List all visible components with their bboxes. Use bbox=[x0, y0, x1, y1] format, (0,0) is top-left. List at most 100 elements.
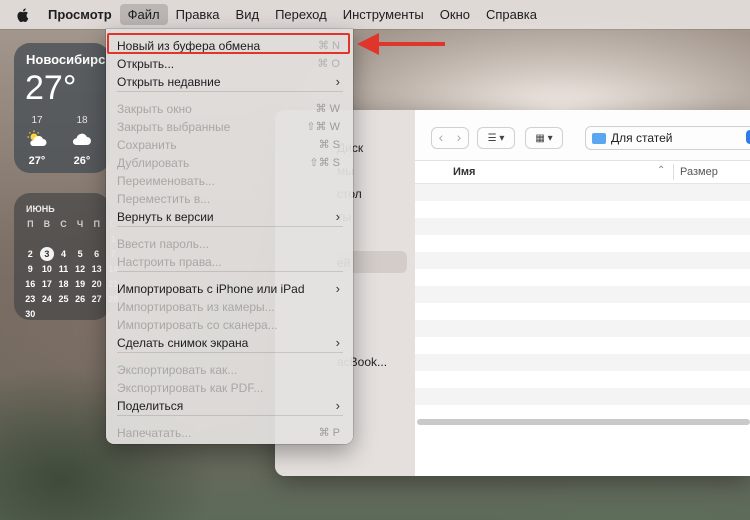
menu-item[interactable]: Открыть недавние › bbox=[111, 73, 348, 91]
chevron-icon[interactable]: ⌄ bbox=[746, 130, 750, 144]
submenu-chevron-icon: › bbox=[335, 74, 340, 89]
menu-item[interactable]: Импортировать с iPhone или iPad › bbox=[111, 280, 348, 298]
forecast-temp: 26° bbox=[73, 155, 91, 167]
menu-item-label: Закрыть окно bbox=[117, 102, 192, 116]
menu-item[interactable]: Сделать снимок экрана › bbox=[111, 334, 348, 352]
calendar-day bbox=[55, 307, 72, 322]
sort-chevron-icon: ⌃ bbox=[657, 165, 666, 176]
apple-menu-icon[interactable] bbox=[14, 0, 32, 29]
menu-separator bbox=[117, 91, 343, 92]
calendar-day bbox=[88, 307, 105, 322]
calendar-day bbox=[39, 307, 56, 322]
nav-buttons: ‹ › bbox=[431, 127, 469, 149]
location-popup[interactable]: Для статей ⌄ bbox=[585, 126, 750, 150]
calendar-day: 18 bbox=[58, 279, 69, 289]
menu-item-label: Открыть... bbox=[117, 57, 175, 71]
calendar-day: 19 bbox=[75, 279, 86, 289]
forecast-hour: 18 26° bbox=[67, 115, 97, 167]
horizontal-scrollbar[interactable] bbox=[415, 418, 750, 426]
folder-icon bbox=[592, 132, 606, 144]
menu-item: Переименовать... bbox=[111, 172, 348, 190]
calendar-weekday: Ч bbox=[76, 219, 84, 229]
grid-view-icon[interactable]: ▦ ▾ bbox=[525, 127, 563, 149]
menu-item: Ввести пароль... bbox=[111, 235, 348, 253]
calendar-day bbox=[88, 232, 105, 247]
submenu-chevron-icon: › bbox=[335, 398, 340, 413]
menu-item-shortcut: ⌘ S bbox=[318, 139, 340, 151]
menu-item-label: Настроить права... bbox=[117, 255, 222, 269]
file-list bbox=[415, 184, 750, 418]
app-menu-preview[interactable]: Просмотр bbox=[44, 4, 120, 25]
menu-help[interactable]: Справка bbox=[478, 4, 545, 25]
calendar-day bbox=[72, 232, 89, 247]
menu-item: Импортировать со сканера... bbox=[111, 316, 348, 334]
menu-item[interactable]: Вернуть к версии › bbox=[111, 208, 348, 226]
menu-item: Импортировать из камеры... bbox=[111, 298, 348, 316]
menu-item-shortcut: ⇧⌘ S bbox=[309, 157, 340, 169]
forward-arrow-icon[interactable]: › bbox=[450, 128, 468, 148]
calendar-day: 6 bbox=[94, 249, 100, 259]
menu-window[interactable]: Окно bbox=[432, 4, 478, 25]
menu-item-label: Импортировать со сканера... bbox=[117, 318, 278, 332]
menu-go[interactable]: Переход bbox=[267, 4, 335, 25]
menu-item: Дублировать ⇧⌘ S bbox=[111, 154, 348, 172]
calendar-day bbox=[22, 232, 39, 247]
weather-widget[interactable]: Новосибирс 27° 17 27° 18 26° bbox=[14, 43, 110, 173]
calendar-widget[interactable]: ИЮНЬ ПВСЧПС12345679101112131416171819202… bbox=[14, 193, 118, 322]
sun-cloud-icon bbox=[22, 130, 52, 150]
calendar-day bbox=[55, 232, 72, 247]
menu-separator bbox=[117, 271, 343, 272]
back-arrow-icon[interactable]: ‹ bbox=[432, 128, 450, 148]
calendar-day: 20 bbox=[91, 279, 102, 289]
menu-item-label: Вернуть к версии bbox=[117, 210, 214, 224]
file-menu-dropdown: Новый из буфера обмена ⌘ N Открыть... ⌘ O От… bbox=[106, 29, 353, 444]
menu-item: Настроить права... bbox=[111, 253, 348, 271]
calendar-day: 24 bbox=[41, 294, 52, 304]
calendar-day: 12 bbox=[75, 264, 86, 274]
menu-item: Переместить в... bbox=[111, 190, 348, 208]
calendar-day: 11 bbox=[58, 264, 69, 274]
calendar-day bbox=[39, 232, 56, 247]
list-view-icon[interactable]: ☰ ▾ bbox=[477, 127, 515, 149]
menu-item: Экспортировать как PDF... bbox=[111, 379, 348, 397]
column-size[interactable]: Размер bbox=[680, 166, 718, 178]
menu-separator bbox=[117, 415, 343, 416]
menu-item[interactable]: Поделиться › bbox=[111, 397, 348, 415]
menu-separator bbox=[117, 226, 343, 227]
menu-item-label: Экспортировать как... bbox=[117, 363, 238, 377]
scrollbar-thumb[interactable] bbox=[417, 419, 750, 425]
calendar-weekday: С bbox=[60, 219, 67, 229]
calendar-day: 16 bbox=[25, 279, 36, 289]
menu-item-label: Сохранить bbox=[117, 138, 177, 152]
menu-item-shortcut: ⌘ W bbox=[315, 103, 340, 115]
forecast-temp: 27° bbox=[28, 155, 46, 167]
weather-temperature: 27° bbox=[25, 69, 77, 107]
calendar-day: 3 bbox=[39, 247, 56, 262]
menu-item-label: Закрыть выбранные bbox=[117, 120, 231, 134]
calendar-day: 9 bbox=[27, 264, 33, 274]
calendar-day: 23 bbox=[25, 294, 36, 304]
submenu-chevron-icon: › bbox=[335, 209, 340, 224]
annotation-arrow-icon bbox=[357, 33, 445, 55]
menu-item-label: Импортировать из камеры... bbox=[117, 300, 275, 314]
column-name[interactable]: Имя bbox=[453, 166, 475, 178]
calendar-weekday: П bbox=[27, 219, 34, 229]
calendar-day: 5 bbox=[77, 249, 83, 259]
menu-edit[interactable]: Правка bbox=[168, 4, 228, 25]
calendar-month: ИЮНЬ bbox=[26, 204, 55, 214]
menu-item[interactable]: Открыть... ⌘ O bbox=[111, 55, 348, 73]
annotation-highlight-box bbox=[107, 33, 350, 54]
menu-separator bbox=[117, 352, 343, 353]
menu-item-label: Дублировать bbox=[117, 156, 190, 170]
calendar-day bbox=[72, 307, 89, 322]
calendar-day: 25 bbox=[58, 294, 69, 304]
location-label: Для статей bbox=[611, 131, 673, 145]
menu-tools[interactable]: Инструменты bbox=[335, 4, 432, 25]
menu-view[interactable]: Вид bbox=[228, 4, 268, 25]
calendar-day: 17 bbox=[41, 279, 52, 289]
menu-item-label: Экспортировать как PDF... bbox=[117, 381, 264, 395]
cloud-icon bbox=[67, 130, 97, 150]
menu-file[interactable]: Файл bbox=[119, 4, 168, 25]
menu-item-shortcut: ⌘ O bbox=[317, 58, 340, 70]
calendar-day: 26 bbox=[75, 294, 86, 304]
